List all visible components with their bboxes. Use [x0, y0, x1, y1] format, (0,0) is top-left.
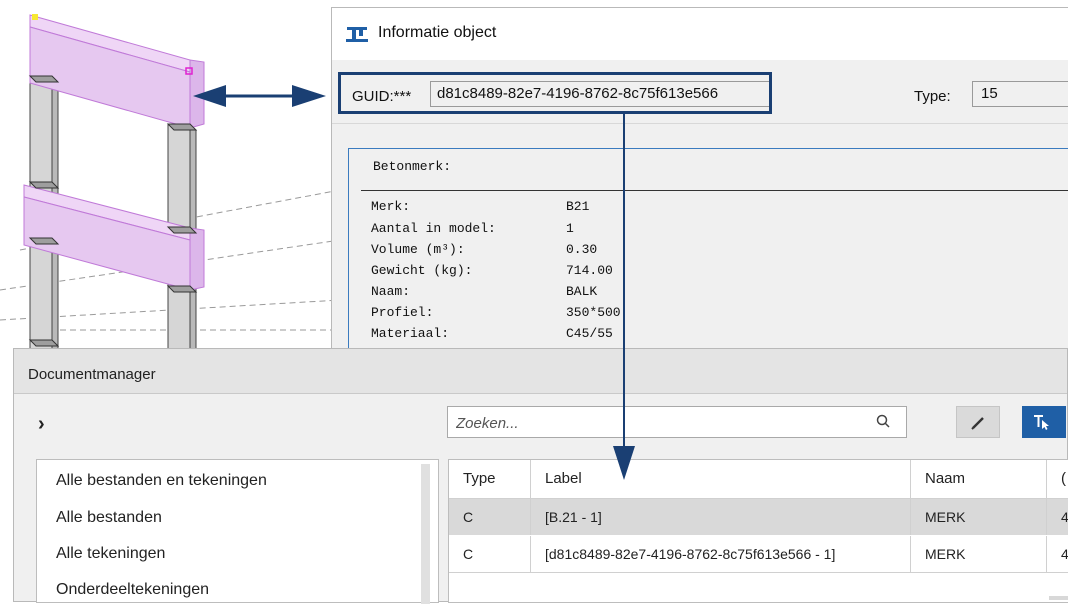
list-item[interactable]: Alle bestanden en tekeningen — [56, 472, 267, 490]
list-item[interactable]: Alle bestanden — [56, 509, 162, 527]
list-item[interactable]: Alle tekeningen — [56, 545, 165, 563]
property-row: Materiaal: C45/55 — [371, 326, 613, 341]
cell-extra: 4 — [1061, 546, 1068, 562]
properties-text-area[interactable]: Betonmerk: Merk: B21 Aantal in model: 1 Vo… — [348, 148, 1068, 358]
table-header: Type Label Naam ( — [449, 460, 1068, 499]
property-value: 0.30 — [566, 242, 598, 257]
property-value: 350*500 — [566, 305, 621, 320]
column-header-label[interactable]: Label — [531, 460, 911, 498]
property-key: Merk: — [371, 199, 411, 214]
type-field[interactable]: 15 — [972, 81, 1068, 107]
doc-window-title: Documentmanager — [28, 366, 156, 383]
table-row[interactable]: C [B.21 - 1] MERK 4 — [449, 499, 1068, 535]
property-value: 714.00 — [566, 263, 613, 278]
column-header-extra[interactable]: ( — [1047, 460, 1068, 498]
column-header-type[interactable]: Type — [449, 460, 531, 498]
search-icon[interactable] — [876, 414, 892, 430]
scrollbar[interactable] — [1049, 596, 1068, 600]
cell-naam: MERK — [911, 499, 1047, 535]
guid-highlight-annotation — [338, 72, 772, 114]
table-row[interactable]: C [d81c8489-82e7-4196-8762-8c75f613e566 … — [449, 536, 1068, 573]
cell-label: [d81c8489-82e7-4196-8762-8c75f613e566 - … — [531, 536, 911, 572]
property-key: Aantal in model: — [371, 221, 496, 236]
property-value: B21 — [566, 199, 590, 214]
type-label: Type: — [914, 88, 951, 105]
property-row: Merk: B21 — [371, 199, 589, 214]
property-row: Naam: BALK — [371, 284, 597, 299]
search-input[interactable] — [454, 412, 858, 434]
divider — [332, 123, 1068, 124]
cell-type: C — [449, 536, 531, 572]
property-key: Gewicht (kg): — [371, 263, 473, 278]
edit-button[interactable] — [956, 406, 1000, 438]
property-value: C45/55 — [566, 326, 613, 341]
model-3d-view[interactable] — [0, 0, 340, 350]
document-category-list: Alle bestanden en tekeningen Alle bestan… — [36, 459, 439, 604]
column-header-naam[interactable]: Naam — [911, 460, 1047, 498]
info-object-window: Informatie object GUID:*** d81c8489-82e7… — [331, 7, 1068, 358]
select-filter-button[interactable] — [1022, 406, 1066, 438]
chevron-right-icon[interactable]: › — [38, 413, 45, 436]
divider — [361, 190, 1068, 191]
info-window-title: Informatie object — [378, 24, 497, 41]
cell-naam: MERK — [911, 536, 1047, 572]
property-key: Materiaal: — [371, 326, 450, 341]
scrollbar[interactable] — [421, 464, 430, 604]
info-object-icon — [346, 27, 368, 42]
filter-select-icon — [1034, 415, 1049, 430]
property-row: Volume (m³): 0.30 — [371, 242, 597, 257]
betonmerk-label: Betonmerk: — [373, 159, 452, 174]
search-box[interactable] — [447, 406, 907, 438]
cell-extra: 4 — [1061, 509, 1068, 525]
property-key: Volume (m³): — [371, 242, 465, 257]
property-value: BALK — [566, 284, 598, 299]
document-manager-window: Documentmanager › Alle bestanden en teke… — [13, 348, 1068, 604]
property-value: 1 — [566, 221, 574, 236]
doc-titlebar: Documentmanager — [14, 349, 1067, 394]
cell-type: C — [449, 499, 531, 535]
pencil-icon — [971, 417, 984, 430]
list-item[interactable]: Onderdeeltekeningen — [56, 581, 209, 599]
property-row: Aantal in model: 1 — [371, 221, 574, 236]
info-titlebar: Informatie object — [332, 8, 1068, 60]
cell-label: [B.21 - 1] — [531, 499, 911, 535]
document-table: Type Label Naam ( C [B.21 - 1] MERK 4 C … — [448, 459, 1068, 603]
property-key: Naam: — [371, 284, 411, 299]
property-key: Profiel: — [371, 305, 434, 320]
property-row: Profiel: 350*500 — [371, 305, 621, 320]
property-row: Gewicht (kg): 714.00 — [371, 263, 613, 278]
